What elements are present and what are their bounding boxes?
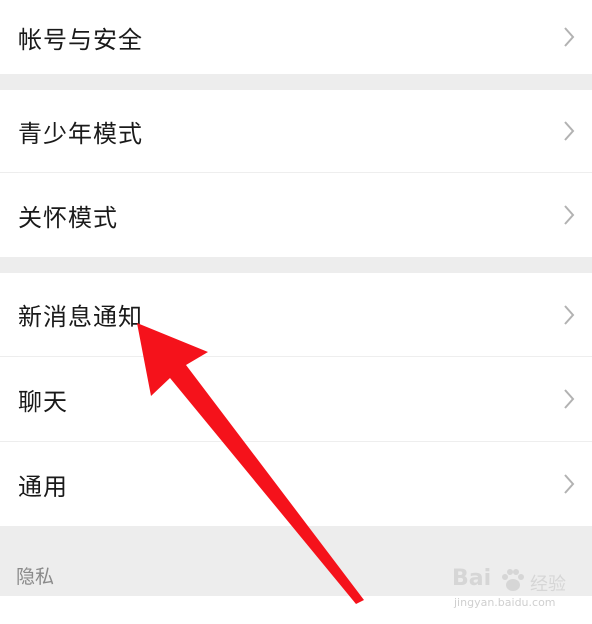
paw-icon <box>502 569 524 591</box>
baidu-jingyan-watermark: Bai 经验 jingyan.baidu.com <box>452 566 582 616</box>
annotation-arrow <box>137 323 364 604</box>
watermark-url: jingyan.baidu.com <box>454 596 556 609</box>
arrow-shape <box>137 323 364 604</box>
watermark-brand-prefix: Bai <box>452 566 492 591</box>
watermark-brand-suffix: 经验 <box>530 574 566 595</box>
